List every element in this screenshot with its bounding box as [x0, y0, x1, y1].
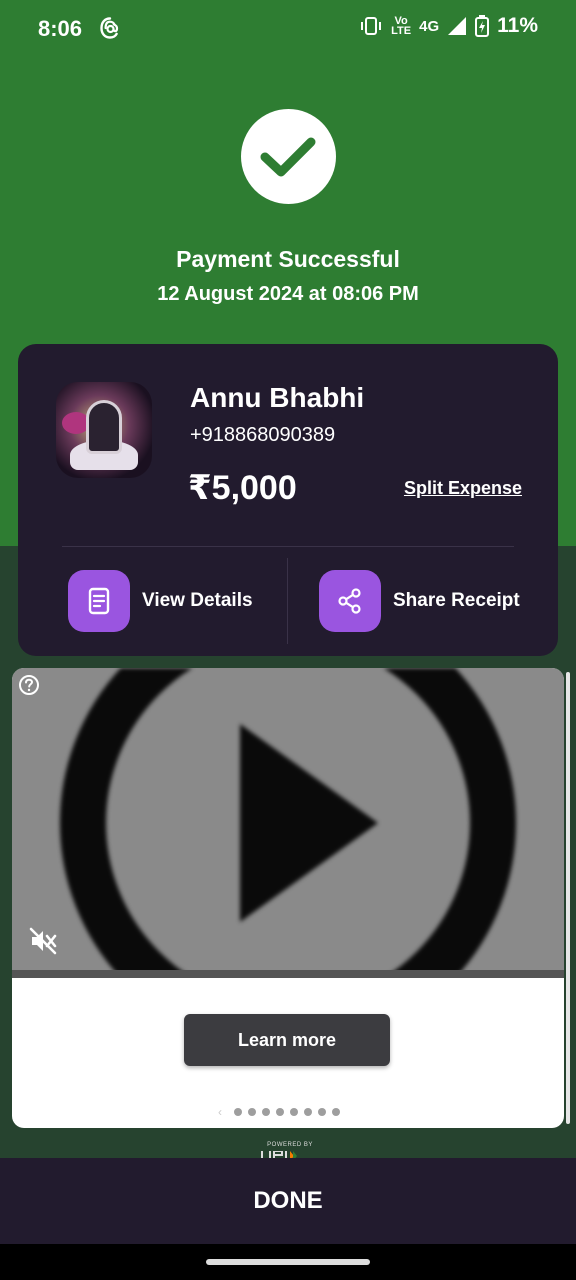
network-type: 4G: [419, 17, 440, 35]
carousel-dot[interactable]: [290, 1108, 298, 1116]
carousel-prev-icon[interactable]: ‹: [218, 1106, 228, 1118]
threads-icon: [100, 17, 119, 39]
battery-charging-icon: [475, 15, 490, 37]
done-label: DONE: [253, 1187, 323, 1214]
play-icon: [60, 668, 516, 978]
payment-status-title: Payment Successful: [176, 246, 400, 272]
carousel-dot[interactable]: [262, 1108, 270, 1116]
powered-by-label: POWERED BY: [267, 1142, 313, 1148]
done-button[interactable]: DONE: [0, 1158, 576, 1244]
next-card-peek: [566, 672, 570, 1124]
mute-icon[interactable]: [28, 926, 58, 956]
carousel-indicator: ‹: [218, 1106, 340, 1118]
carousel-dot[interactable]: [248, 1108, 256, 1116]
carousel-dot[interactable]: [332, 1108, 340, 1116]
learn-more-button[interactable]: Learn more: [184, 1014, 390, 1066]
ad-video[interactable]: [12, 668, 564, 978]
action-divider: [287, 558, 288, 644]
payee-avatar: [56, 382, 152, 478]
share-icon: [319, 570, 381, 632]
help-icon[interactable]: [18, 674, 40, 696]
powered-by-upi: POWERED BY: [260, 1142, 320, 1161]
payment-datetime: 12 August 2024 at 08:06 PM: [157, 283, 419, 305]
carousel-dot[interactable]: [304, 1108, 312, 1116]
payment-amount: ₹5,000: [188, 469, 297, 507]
video-progress-bar[interactable]: [12, 970, 564, 978]
card-divider: [62, 546, 514, 547]
payee-phone: +918868090389: [190, 424, 336, 446]
view-details-button[interactable]: View Details: [68, 570, 253, 632]
payee-name: Annu Bhabhi: [190, 382, 365, 413]
receipt-icon: [68, 570, 130, 632]
signal-icon: [448, 17, 467, 35]
home-indicator[interactable]: [206, 1259, 370, 1265]
battery-level: 11%: [497, 14, 538, 37]
vibrate-icon: [361, 17, 382, 35]
carousel-dot[interactable]: [234, 1108, 242, 1116]
share-receipt-button[interactable]: Share Receipt: [319, 570, 520, 632]
status-bar: 8:06 Vo LTE 4G 11%: [0, 0, 576, 56]
carousel-dot[interactable]: [318, 1108, 326, 1116]
carousel-dot[interactable]: [276, 1108, 284, 1116]
status-time: 8:06: [38, 16, 83, 41]
view-details-label: View Details: [142, 590, 253, 611]
ad-carousel-card[interactable]: Learn more ‹: [12, 668, 564, 1128]
volte-indicator: Vo LTE: [391, 16, 412, 37]
payment-card: Annu Bhabhi +918868090389 ₹5,000 Split E…: [18, 344, 558, 656]
share-receipt-label: Share Receipt: [393, 590, 520, 611]
split-expense-link[interactable]: Split Expense: [404, 478, 522, 499]
success-check-icon: [241, 109, 336, 204]
volte-bottom: LTE: [391, 25, 412, 37]
